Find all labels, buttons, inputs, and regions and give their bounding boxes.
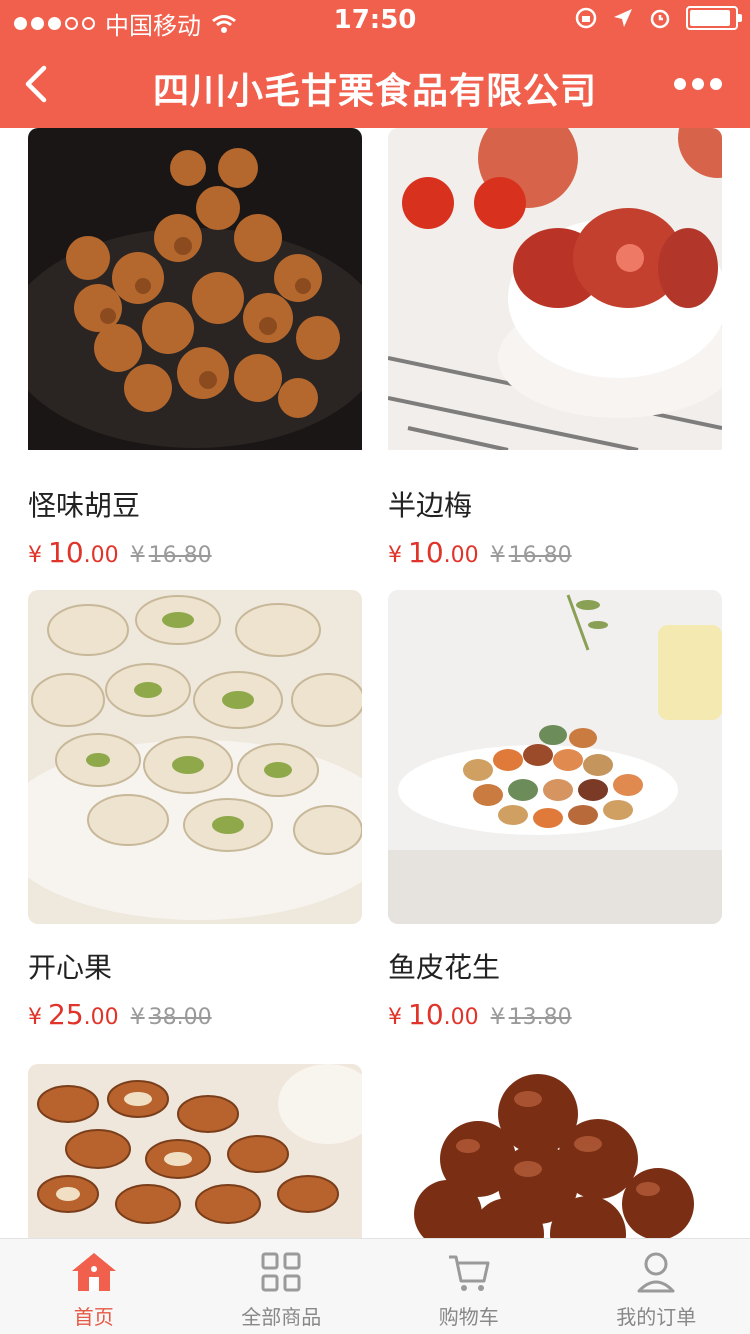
current-price: ¥10.00	[388, 536, 479, 569]
top-header: 中国移动 17:50 四川小毛甘栗食品有限公司	[0, 0, 750, 128]
home-icon	[71, 1253, 116, 1291]
product-image[interactable]	[28, 590, 362, 924]
product-card[interactable]	[28, 1064, 362, 1238]
product-name: 怪味胡豆	[28, 489, 141, 522]
current-price: ¥25.00	[28, 998, 119, 1031]
original-price: ¥38.00	[130, 1005, 212, 1030]
product-name: 半边梅	[388, 489, 473, 522]
cart-icon	[448, 1255, 490, 1291]
tab-my-orders[interactable]: 我的订单	[563, 1239, 750, 1334]
original-price: ¥13.80	[490, 1005, 572, 1030]
current-price: ¥10.00	[388, 998, 479, 1031]
product-name: 鱼皮花生	[388, 951, 501, 984]
product-image[interactable]	[388, 128, 722, 462]
tab-label: 全部商品	[241, 1305, 322, 1329]
tab-label: 我的订单	[616, 1305, 697, 1329]
rotation-lock-icon	[575, 7, 597, 29]
product-image[interactable]	[28, 1064, 362, 1238]
status-bar: 中国移动 17:50	[0, 0, 750, 40]
original-price: ¥16.80	[130, 543, 212, 568]
product-name: 开心果	[28, 951, 113, 984]
tab-label: 购物车	[438, 1305, 499, 1329]
product-card[interactable]: 半边梅 ¥10.00 ¥16.80	[388, 128, 722, 569]
more-menu-icon[interactable]	[668, 62, 728, 106]
tab-all-products[interactable]: 全部商品	[188, 1239, 376, 1334]
product-card[interactable]	[388, 1064, 722, 1238]
original-price: ¥16.80	[490, 543, 572, 568]
bottom-tab-bar: 首页 全部商品 购物车 我的订单	[0, 1238, 750, 1334]
product-image[interactable]	[388, 590, 722, 924]
tab-label: 首页	[73, 1305, 114, 1329]
battery-icon	[686, 6, 742, 30]
tab-cart[interactable]: 购物车	[375, 1239, 563, 1334]
location-arrow-icon	[614, 9, 632, 27]
page-title: 四川小毛甘栗食品有限公司	[152, 71, 597, 112]
tab-home[interactable]: 首页	[0, 1239, 188, 1334]
grid-icon	[261, 1252, 301, 1292]
product-card[interactable]: 开心果 ¥25.00 ¥38.00	[28, 590, 362, 1031]
alarm-icon	[650, 9, 670, 29]
current-price: ¥10.00	[28, 536, 119, 569]
product-grid: 怪味胡豆 ¥10.00 ¥16.80 半边梅 ¥ 10.00 ¥ 16.80 开…	[0, 128, 750, 1238]
product-card[interactable]: 怪味胡豆 ¥10.00 ¥16.80	[28, 128, 362, 569]
product-image[interactable]	[388, 1064, 722, 1238]
user-icon	[637, 1252, 675, 1293]
product-card[interactable]: 鱼皮花生 ¥10.00 ¥13.80	[388, 590, 722, 1031]
nav-bar: 四川小毛甘栗食品有限公司	[0, 40, 750, 128]
product-image[interactable]	[28, 128, 362, 462]
